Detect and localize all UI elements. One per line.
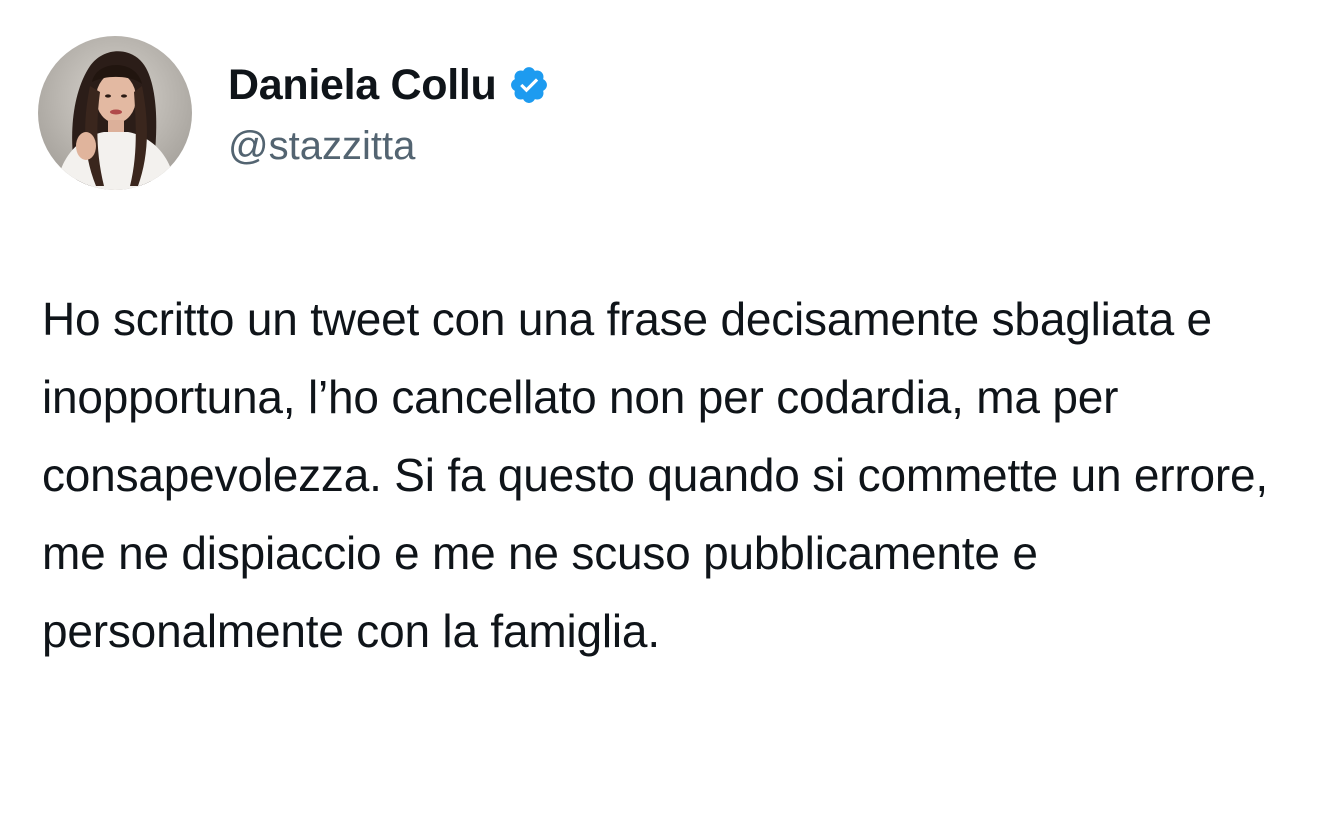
- avatar-image: [38, 36, 192, 190]
- author-identity: Daniela Collu @stazzitta: [228, 59, 550, 171]
- author-name-row[interactable]: Daniela Collu: [228, 59, 550, 111]
- author-display-name[interactable]: Daniela Collu: [228, 59, 497, 111]
- profile-avatar[interactable]: [38, 36, 192, 190]
- author-handle[interactable]: @stazzitta: [228, 121, 550, 171]
- tweet-text: Ho scritto un tweet con una frase decisa…: [42, 293, 1281, 657]
- verified-badge-icon: [508, 64, 550, 106]
- tweet-header: Daniela Collu @stazzitta: [38, 36, 550, 190]
- tweet-card: Daniela Collu @stazzitta Ho scritto un t…: [0, 0, 1332, 826]
